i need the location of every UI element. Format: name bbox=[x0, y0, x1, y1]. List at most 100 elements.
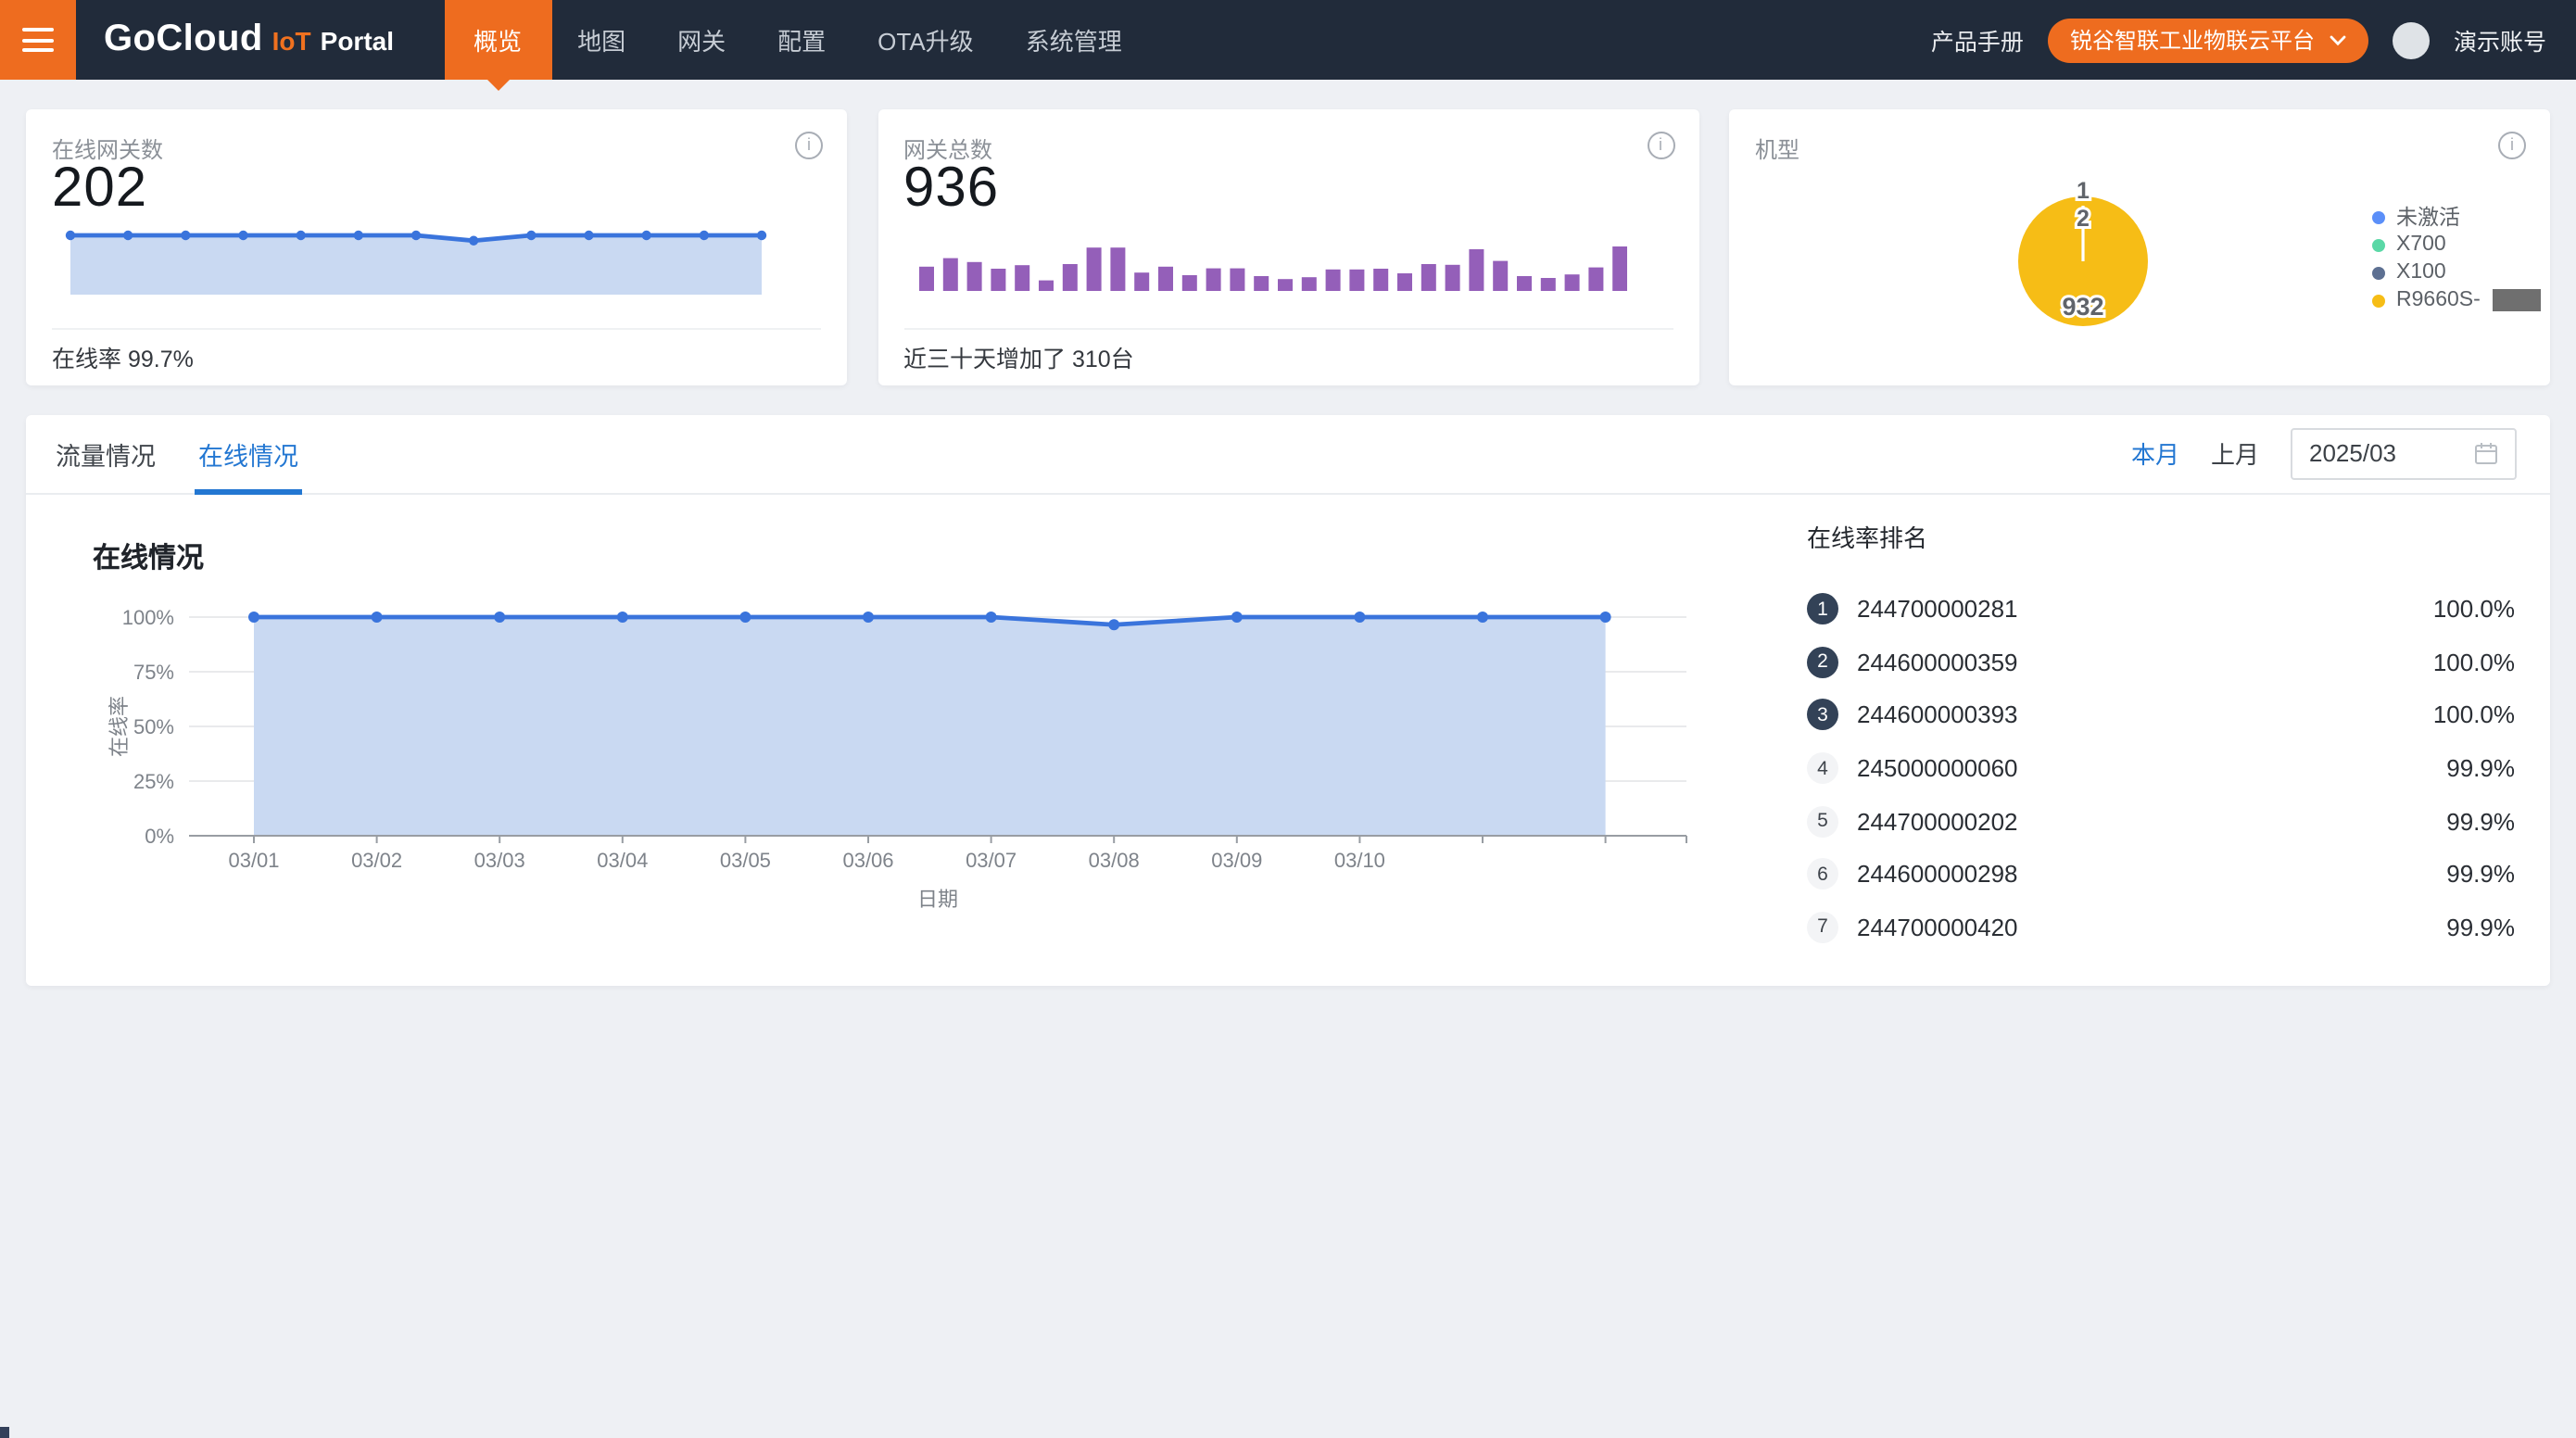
rank-badge: 2 bbox=[1807, 647, 1838, 678]
app-root: GoCloud IoT Portal 概览地图网关配置OTA升级系统管理 产品手… bbox=[0, 0, 2576, 1438]
nav-item-overview[interactable]: 概览 bbox=[444, 0, 551, 80]
svg-text:03/10: 03/10 bbox=[1334, 848, 1385, 871]
legend-dot bbox=[2372, 238, 2385, 251]
legend-dot bbox=[2372, 210, 2385, 223]
month-picker-input[interactable]: 2025/03 bbox=[2291, 427, 2517, 479]
models-legend: 未激活 X700 X100 R9660S- bbox=[2372, 207, 2542, 310]
logo-accent: IoT bbox=[272, 25, 311, 55]
redacted-text bbox=[2494, 289, 2542, 311]
logo-suffix: Portal bbox=[321, 25, 394, 55]
ranking-row-1: 1 244700000281100.0% bbox=[1807, 583, 2515, 636]
legend-label: X700 bbox=[2396, 233, 2446, 256]
gateway-id: 244700000420 bbox=[1857, 914, 2446, 941]
platform-select-label: 锐谷智联工业物联云平台 bbox=[2070, 24, 2315, 56]
online-rate-value: 99.9% bbox=[2446, 914, 2515, 941]
online-sparkline-chart bbox=[52, 223, 821, 305]
svg-text:03/01: 03/01 bbox=[228, 848, 279, 871]
product-manual-link[interactable]: 产品手册 bbox=[1931, 22, 2024, 57]
nav-item-gateway[interactable]: 网关 bbox=[651, 0, 751, 80]
svg-text:03/06: 03/06 bbox=[842, 848, 893, 871]
svg-text:50%: 50% bbox=[133, 714, 174, 738]
page-corner-artifact bbox=[0, 1427, 9, 1438]
svg-text:1: 1 bbox=[2077, 177, 2090, 203]
svg-text:03/07: 03/07 bbox=[966, 848, 1017, 871]
gateway-id: 244700000281 bbox=[1857, 596, 2433, 624]
rank-badge: 7 bbox=[1807, 912, 1838, 943]
svg-text:25%: 25% bbox=[133, 769, 174, 792]
nav-item-ota-upgrade[interactable]: OTA升级 bbox=[852, 0, 1000, 80]
chart-title: 在线情况 bbox=[93, 536, 204, 575]
online-gateway-count: 202 bbox=[52, 157, 147, 220]
range-buttons: 本月上月 bbox=[2131, 435, 2259, 471]
svg-text:03/05: 03/05 bbox=[720, 848, 771, 871]
gateway-id: 244600000359 bbox=[1857, 649, 2433, 676]
legend-item-r9660s[interactable]: R9660S- bbox=[2372, 290, 2542, 310]
nav-item-system-admin[interactable]: 系统管理 bbox=[1000, 0, 1148, 80]
svg-text:在线率: 在线率 bbox=[107, 695, 131, 756]
logo: GoCloud IoT Portal bbox=[104, 0, 394, 80]
range-controls: 本月上月 2025/03 bbox=[2131, 427, 2517, 479]
main-nav: 概览地图网关配置OTA升级系统管理 bbox=[444, 0, 1148, 80]
svg-text:03/09: 03/09 bbox=[1211, 848, 1262, 871]
legend-item-x700[interactable]: X700 bbox=[2372, 234, 2542, 255]
ranking-row-4: 4 24500000006099.9% bbox=[1807, 742, 2515, 795]
svg-text:2: 2 bbox=[2077, 205, 2090, 231]
info-icon[interactable]: i bbox=[1647, 131, 1674, 158]
total-gateway-count: 936 bbox=[903, 157, 999, 220]
card-online-gateways: 在线网关数 i 202 在线率 99.7% bbox=[26, 108, 847, 385]
total-growth-footer: 近三十天增加了 310台 bbox=[903, 327, 1673, 385]
svg-text:日期: 日期 bbox=[917, 887, 958, 910]
svg-text:03/02: 03/02 bbox=[351, 848, 402, 871]
online-rate-value: 100.0% bbox=[2433, 596, 2515, 624]
svg-text:100%: 100% bbox=[122, 605, 174, 628]
nav-item-map[interactable]: 地图 bbox=[551, 0, 651, 80]
gateway-id: 244600000393 bbox=[1857, 701, 2433, 729]
rank-badge: 5 bbox=[1807, 805, 1838, 837]
panel-tabs: 流量情况在线情况 bbox=[56, 414, 341, 492]
rank-badge: 1 bbox=[1807, 594, 1838, 625]
panel-tabs-row: 流量情况在线情况 本月上月 2025/03 bbox=[26, 414, 2550, 494]
ranking-row-6: 6 24460000029899.9% bbox=[1807, 848, 2515, 901]
calendar-icon bbox=[2474, 441, 2498, 465]
top-nav-bar: GoCloud IoT Portal 概览地图网关配置OTA升级系统管理 产品手… bbox=[0, 0, 2576, 80]
range-button-last-month[interactable]: 上月 bbox=[2211, 435, 2259, 471]
logo-brand: GoCloud bbox=[104, 19, 263, 61]
avatar bbox=[2393, 21, 2430, 58]
ranking-row-7: 7 24470000042099.9% bbox=[1807, 901, 2515, 953]
svg-text:0%: 0% bbox=[145, 824, 174, 847]
ranking-row-2: 2 244600000359100.0% bbox=[1807, 636, 2515, 688]
range-button-this-month[interactable]: 本月 bbox=[2131, 435, 2179, 471]
month-picker-value: 2025/03 bbox=[2309, 439, 2396, 467]
platform-select-button[interactable]: 锐谷智联工业物联云平台 bbox=[2048, 18, 2368, 62]
ranking-title: 在线率排名 bbox=[1807, 518, 2515, 553]
online-rate-value: 99.9% bbox=[2446, 807, 2515, 835]
online-status-panel: 流量情况在线情况 本月上月 2025/03 在线情况 100%7 bbox=[26, 414, 2550, 985]
gateway-id: 244700000202 bbox=[1857, 807, 2446, 835]
svg-text:75%: 75% bbox=[133, 660, 174, 683]
info-icon[interactable]: i bbox=[795, 131, 823, 158]
online-rate-value: 99.9% bbox=[2446, 861, 2515, 889]
total-bars-chart bbox=[918, 216, 1626, 294]
gateway-id: 244600000298 bbox=[1857, 861, 2446, 889]
legend-item-x100[interactable]: X100 bbox=[2372, 262, 2542, 283]
online-rate-value: 100.0% bbox=[2433, 649, 2515, 676]
gateway-id: 245000000060 bbox=[1857, 754, 2446, 782]
tab-online[interactable]: 在线情况 bbox=[198, 414, 298, 492]
ranking-row-3: 3244600000393100.0% bbox=[1807, 688, 2515, 741]
online-rate-area-chart: 100% 75% 50% 25% 0% 03/01 03/02 03/03 03/04 03/05… bbox=[26, 414, 1805, 985]
header-right: 产品手册 锐谷智联工业物联云平台 演示账号 bbox=[1931, 0, 2576, 80]
online-rate-value: 99.9% bbox=[2446, 754, 2515, 782]
svg-text:03/03: 03/03 bbox=[474, 848, 525, 871]
rank-badge: 6 bbox=[1807, 859, 1838, 890]
ranking-list: 1 244700000281100.0% 2 244600000359100.0% 32… bbox=[1807, 583, 2515, 953]
svg-text:03/04: 03/04 bbox=[597, 848, 648, 871]
online-rate-ranking: 在线率排名 1 244700000281100.0% 2 24460000035910… bbox=[1807, 518, 2515, 953]
legend-label: R9660S- bbox=[2396, 289, 2481, 311]
legend-label: X100 bbox=[2396, 261, 2446, 284]
legend-dot bbox=[2372, 294, 2385, 307]
menu-toggle-button[interactable] bbox=[0, 0, 76, 80]
legend-item-[interactable]: 未激活 bbox=[2372, 207, 2542, 227]
rank-badge: 4 bbox=[1807, 752, 1838, 784]
nav-item-config[interactable]: 配置 bbox=[751, 0, 852, 80]
tab-traffic[interactable]: 流量情况 bbox=[56, 414, 156, 492]
